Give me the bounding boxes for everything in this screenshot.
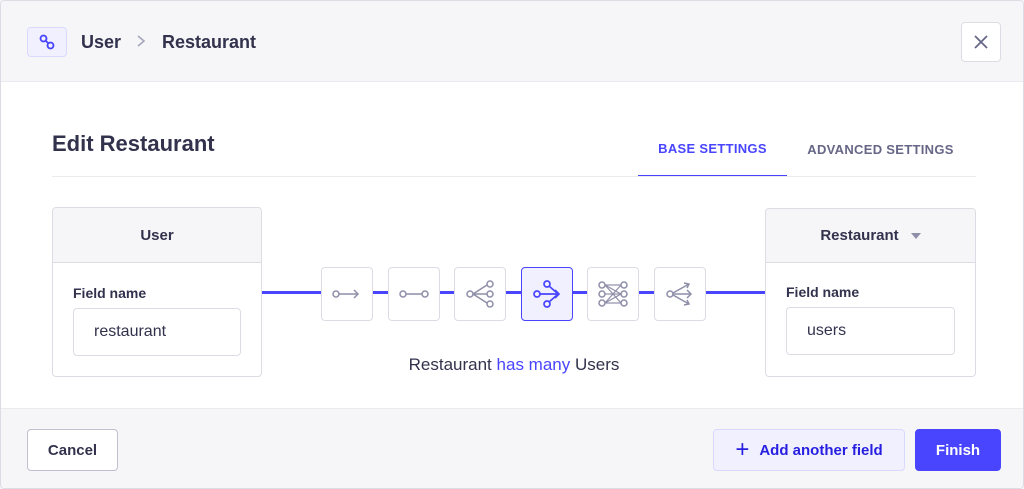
relation-many-to-one-button[interactable] xyxy=(521,267,573,321)
modal-header: User Restaurant xyxy=(1,1,1023,82)
modal-footer: Cancel + Add another field Finish xyxy=(1,408,1023,488)
relation-many-way-button[interactable] xyxy=(654,267,706,321)
breadcrumb-restaurant: Restaurant xyxy=(162,32,257,52)
close-icon xyxy=(974,35,988,49)
many-to-many-icon xyxy=(598,281,628,307)
plus-icon: + xyxy=(735,436,750,463)
add-another-field-label: Add another field xyxy=(759,441,883,459)
relation-many-to-many-button[interactable] xyxy=(587,267,639,321)
tabs-divider xyxy=(52,176,976,177)
relation-left-entity: Restaurant xyxy=(408,355,492,374)
relation-one-to-one-button[interactable] xyxy=(388,267,440,321)
tab-base-settings[interactable]: BASE SETTINGS xyxy=(638,121,787,177)
caret-down-icon xyxy=(910,232,921,239)
source-field-label: Field name xyxy=(73,285,147,301)
target-content-type-title: Restaurant xyxy=(820,227,899,244)
relation-one-to-many-button[interactable] xyxy=(454,267,506,321)
relation-right-entity: Users xyxy=(574,355,620,374)
tab-advanced-settings[interactable]: ADVANCED SETTINGS xyxy=(787,121,974,177)
target-content-type-select[interactable]: Restaurant xyxy=(766,209,975,263)
settings-tabs: BASE SETTINGS ADVANCED SETTINGS xyxy=(638,121,974,177)
many-to-one-icon xyxy=(533,280,561,308)
source-content-type-title: User xyxy=(53,208,261,263)
source-field-name-input[interactable] xyxy=(73,308,241,356)
cancel-button[interactable]: Cancel xyxy=(27,429,118,471)
one-way-icon xyxy=(332,289,360,299)
one-to-many-icon xyxy=(466,280,494,308)
source-content-type-box: User Field name xyxy=(52,207,262,377)
add-another-field-button[interactable]: + Add another field xyxy=(713,429,905,471)
target-content-type-box: Restaurant Field name xyxy=(765,208,976,377)
relation-one-way-button[interactable] xyxy=(321,267,373,321)
one-to-one-icon xyxy=(399,290,429,298)
close-button[interactable] xyxy=(961,22,1001,62)
relation-description: Restaurant has many Users xyxy=(301,355,727,375)
breadcrumb-user: User xyxy=(81,32,122,52)
page-title: Edit Restaurant xyxy=(52,131,215,156)
many-way-icon xyxy=(666,282,693,306)
target-field-label: Field name xyxy=(786,284,860,300)
edit-relation-modal: User Restaurant Edit Restaurant BASE SET… xyxy=(0,0,1024,489)
relation-type-text: has many xyxy=(496,355,571,374)
chevron-right-icon xyxy=(137,35,146,47)
finish-button[interactable]: Finish xyxy=(915,429,1001,471)
target-field-name-input[interactable] xyxy=(786,307,955,355)
relation-icon xyxy=(27,27,67,57)
